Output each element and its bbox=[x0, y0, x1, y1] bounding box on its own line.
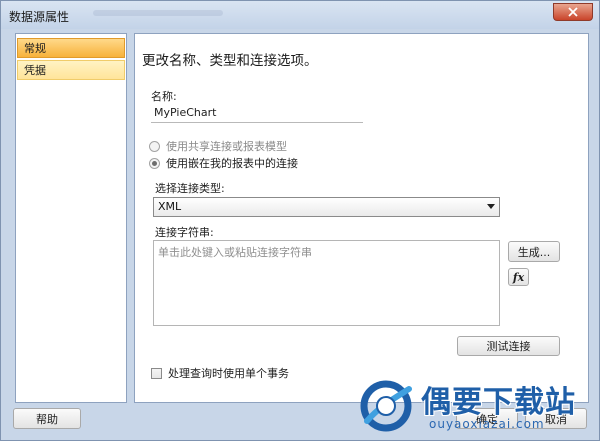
radio-embedded-connection[interactable]: 使用嵌在我的报表中的连接 bbox=[149, 155, 298, 171]
title-bar[interactable]: 数据源属性 bbox=[1, 1, 599, 29]
sidebar-nav: 常规 凭据 bbox=[15, 33, 127, 403]
dropdown-arrow-icon bbox=[487, 204, 495, 209]
site-watermark: 偶要下载站 ouyaoxiazai.com bbox=[357, 373, 597, 439]
radio-shared-connection[interactable]: 使用共享连接或报表模型 bbox=[149, 138, 287, 154]
radio-shared-label: 使用共享连接或报表模型 bbox=[166, 140, 287, 153]
name-input[interactable] bbox=[151, 103, 363, 123]
sidebar-item-credentials[interactable]: 凭据 bbox=[17, 60, 125, 80]
radio-embedded-label: 使用嵌在我的报表中的连接 bbox=[166, 157, 298, 170]
dialog-window: 数据源属性 常规 凭据 更改名称、类型和连接选项。 名称: 使用共享连接或报表模… bbox=[0, 0, 600, 441]
name-label: 名称: bbox=[151, 90, 177, 103]
help-button[interactable]: 帮助 bbox=[13, 408, 81, 429]
connection-type-select[interactable]: XML bbox=[153, 197, 500, 217]
watermark-logo-icon bbox=[360, 380, 412, 432]
close-button[interactable] bbox=[553, 3, 593, 21]
test-connection-button[interactable]: 测试连接 bbox=[457, 336, 560, 356]
expression-button[interactable]: fx bbox=[508, 268, 529, 286]
connection-string-input[interactable] bbox=[153, 240, 500, 326]
title-ghost-text bbox=[93, 10, 223, 16]
close-icon bbox=[568, 7, 578, 17]
radio-button[interactable] bbox=[149, 140, 160, 152]
page-title: 更改名称、类型和连接选项。 bbox=[142, 53, 318, 69]
content-panel: 更改名称、类型和连接选项。 名称: 使用共享连接或报表模型 使用嵌在我的报表中的… bbox=[134, 33, 589, 403]
connection-string-label: 连接字符串: bbox=[155, 226, 214, 239]
radio-button-checked[interactable] bbox=[149, 157, 160, 169]
connection-type-label: 选择连接类型: bbox=[155, 182, 225, 195]
single-transaction-label: 处理查询时使用单个事务 bbox=[168, 367, 289, 380]
single-transaction-checkbox[interactable] bbox=[151, 367, 162, 379]
connection-type-value: XML bbox=[158, 200, 182, 213]
watermark-title: 偶要下载站 bbox=[421, 385, 576, 420]
build-button[interactable]: 生成... bbox=[508, 241, 560, 262]
sidebar-item-general[interactable]: 常规 bbox=[17, 38, 125, 58]
watermark-url: ouyaoxiazai.com bbox=[429, 417, 545, 431]
window-title: 数据源属性 bbox=[9, 10, 70, 24]
single-transaction-option[interactable]: 处理查询时使用单个事务 bbox=[151, 365, 289, 381]
